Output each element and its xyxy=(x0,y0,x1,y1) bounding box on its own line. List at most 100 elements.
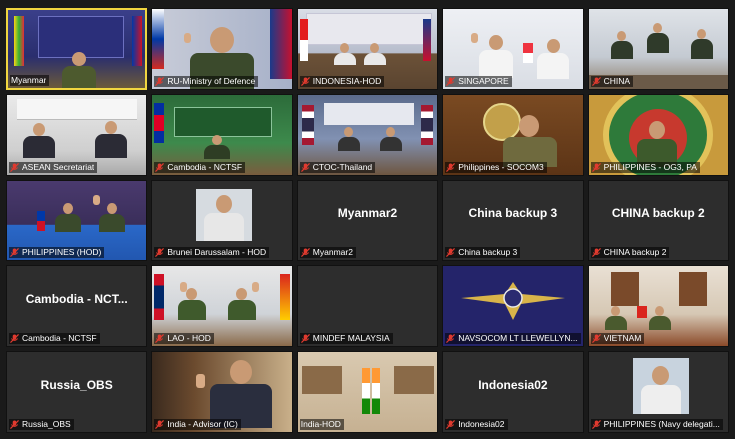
participant-name: Cambodia - NCTSF xyxy=(167,161,243,172)
video-tile-philippines-og3-pa[interactable]: PHILIPPINES - OG3, PA xyxy=(587,93,729,176)
participant-name: PHILIPPINES - OG3, PA xyxy=(603,161,697,172)
mic-muted-icon xyxy=(155,420,165,429)
participant-name: India-HOD xyxy=(300,419,341,429)
participant-display-name: China backup 3 xyxy=(468,206,558,221)
mic-muted-icon xyxy=(10,248,19,258)
participant-name: CHINA backup 2 xyxy=(603,247,667,258)
mic-muted-icon xyxy=(591,334,601,344)
mic-muted-icon xyxy=(10,420,19,429)
mic-muted-icon xyxy=(155,334,165,344)
participant-name: Russia_OBS xyxy=(22,419,71,429)
video-tile-china[interactable]: CHINA xyxy=(587,8,729,90)
video-tile-cambodia-nctsf-2[interactable]: Cambodia - NCT... Cambodia - NCTSF xyxy=(6,265,148,348)
video-tile-china-backup-3[interactable]: China backup 3 China backup 3 xyxy=(442,179,584,262)
video-tile-ru-ministry-of-defence[interactable]: RU-Ministry of Defence xyxy=(151,8,293,90)
mic-muted-icon xyxy=(591,420,601,429)
participant-label: Indonesia02 xyxy=(445,419,508,430)
video-gallery: Myanmar RU-Ministry of Defence INDONESIA… xyxy=(6,8,729,433)
video-tile-vietnam[interactable]: VIETNAM xyxy=(587,265,729,348)
participant-label: Russia_OBS xyxy=(9,419,74,430)
video-tile-navsocom[interactable]: NAVSOCOM LT LLEWELLYN... xyxy=(442,265,584,348)
participant-display-name: Cambodia - NCT... xyxy=(25,291,128,306)
video-tile-india-hod[interactable]: India-HOD xyxy=(296,351,439,433)
participant-label: Brunei Darussalam - HOD xyxy=(154,247,270,259)
video-tile-india-advisor[interactable]: India - Advisor (IC) xyxy=(151,351,293,433)
mic-muted-icon xyxy=(591,248,601,258)
mic-muted-icon xyxy=(300,248,310,258)
participant-name: PHILIPPINES (Navy delegati... xyxy=(603,419,720,429)
participant-label: ASEAN Secretariat xyxy=(9,161,98,173)
video-tile-indonesia02[interactable]: Indonesia02 Indonesia02 xyxy=(442,351,584,433)
video-tile-cambodia-nctsf[interactable]: Cambodia - NCTSF xyxy=(151,93,293,176)
participant-label: CHINA xyxy=(590,75,634,87)
video-tile-indonesia-hod[interactable]: INDONESIA-HOD xyxy=(296,8,439,90)
video-tile-ctoc-thailand[interactable]: CTOC-Thailand xyxy=(296,93,439,176)
participant-name: LAO - HOD xyxy=(167,333,211,344)
participant-label: Myanmar xyxy=(10,74,50,86)
mic-muted-icon xyxy=(155,162,165,172)
video-tile-philippines-hod[interactable]: PHILIPPINES (HOD) xyxy=(6,179,148,262)
participant-label: PHILIPPINES - OG3, PA xyxy=(590,161,700,173)
mic-muted-icon xyxy=(155,76,165,86)
video-tile-singapore[interactable]: SINGAPORE xyxy=(442,8,584,90)
video-tile-mindef-malaysia[interactable]: MINDEF MALAYSIA xyxy=(296,265,439,348)
participant-label: PHILIPPINES (HOD) xyxy=(9,247,105,259)
participant-label: SINGAPORE xyxy=(445,75,512,87)
participant-label: CTOC-Thailand xyxy=(299,161,376,173)
mic-muted-icon xyxy=(446,248,456,258)
participant-label: Philippines - SOCOM3 xyxy=(445,161,547,173)
participant-name: SINGAPORE xyxy=(458,75,509,86)
participant-name: CTOC-Thailand xyxy=(312,161,373,172)
mic-muted-icon xyxy=(591,162,601,172)
participant-display-name: Myanmar2 xyxy=(337,206,398,221)
participant-name: Brunei Darussalam - HOD xyxy=(167,247,267,258)
participant-label: PHILIPPINES (Navy delegati... xyxy=(590,419,723,430)
participant-label: NAVSOCOM LT LLEWELLYN... xyxy=(445,333,581,345)
video-tile-myanmar2[interactable]: Myanmar2 Myanmar2 xyxy=(296,179,439,262)
participant-label: Cambodia - NCTSF xyxy=(9,333,100,345)
participant-label: Cambodia - NCTSF xyxy=(154,161,246,173)
participant-label: INDONESIA-HOD xyxy=(299,75,385,87)
participant-name: ASEAN Secretariat xyxy=(22,161,95,172)
participant-label: RU-Ministry of Defence xyxy=(154,75,259,87)
participant-name: Myanmar xyxy=(11,74,47,85)
participant-name: RU-Ministry of Defence xyxy=(167,75,256,86)
participant-display-name: Indonesia02 xyxy=(478,377,548,392)
video-tile-myanmar[interactable]: Myanmar xyxy=(6,8,148,90)
participant-display-name: Russia_OBS xyxy=(40,377,113,392)
mic-muted-icon xyxy=(300,334,310,344)
video-tile-brunei-darussalam-hod[interactable]: Brunei Darussalam - HOD xyxy=(151,179,293,262)
mic-muted-icon xyxy=(446,420,456,429)
participant-label: MINDEF MALAYSIA xyxy=(299,333,393,345)
participant-name: NAVSOCOM LT LLEWELLYN... xyxy=(458,333,578,344)
participant-display-name: CHINA backup 2 xyxy=(611,206,705,221)
participant-label: India-HOD xyxy=(299,419,344,430)
participant-label: VIETNAM xyxy=(590,333,645,345)
participant-label: Myanmar2 xyxy=(299,247,356,259)
participant-name: India - Advisor (IC) xyxy=(167,419,238,429)
mic-muted-icon xyxy=(300,76,310,86)
participant-name: Philippines - SOCOM3 xyxy=(458,161,544,172)
video-tile-russia-obs[interactable]: Russia_OBS Russia_OBS xyxy=(6,351,148,433)
mic-muted-icon xyxy=(300,162,310,172)
mic-muted-icon xyxy=(591,76,601,86)
video-tile-lao-hod[interactable]: LAO - HOD xyxy=(151,265,293,348)
participant-label: China backup 3 xyxy=(445,247,521,259)
participant-name: Indonesia02 xyxy=(458,419,505,429)
navsocom-emblem-icon xyxy=(461,282,566,321)
participant-name: VIETNAM xyxy=(603,333,642,344)
participant-label: CHINA backup 2 xyxy=(590,247,670,259)
video-tile-philippines-navy[interactable]: PHILIPPINES (Navy delegati... xyxy=(587,351,729,433)
participant-name: PHILIPPINES (HOD) xyxy=(22,247,102,258)
video-tile-asean-secretariat[interactable]: ASEAN Secretariat xyxy=(6,93,148,176)
video-tile-china-backup-2[interactable]: CHINA backup 2 CHINA backup 2 xyxy=(587,179,729,262)
participant-name: CHINA xyxy=(603,75,631,86)
mic-muted-icon xyxy=(446,76,456,86)
mic-muted-icon xyxy=(10,334,19,344)
participant-label: India - Advisor (IC) xyxy=(154,419,241,430)
mic-muted-icon xyxy=(10,162,19,172)
video-tile-philippines-socom3[interactable]: Philippines - SOCOM3 xyxy=(442,93,584,176)
participant-name: Cambodia - NCTSF xyxy=(22,333,97,344)
mic-muted-icon xyxy=(155,248,165,258)
participant-name: INDONESIA-HOD xyxy=(312,75,382,86)
